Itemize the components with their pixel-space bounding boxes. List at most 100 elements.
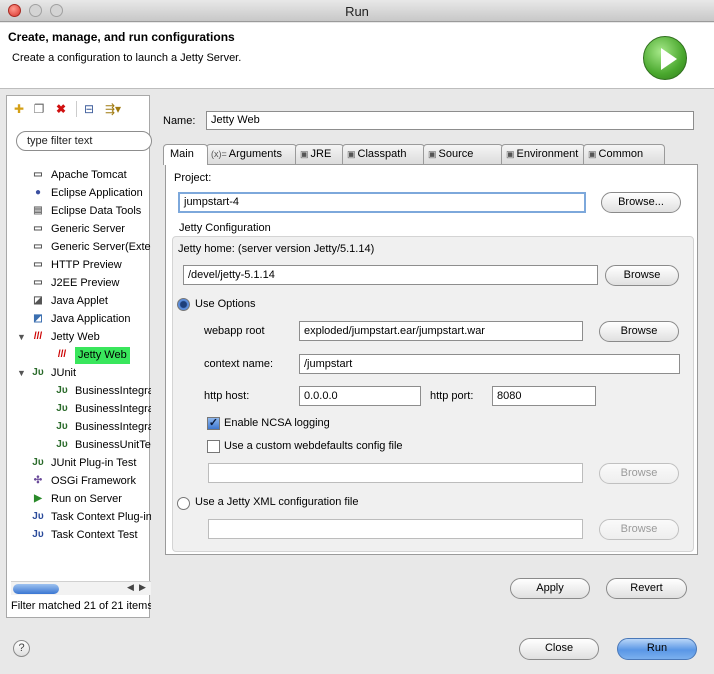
common-icon: ▣ — [588, 149, 597, 159]
tab-label: JRE — [310, 148, 332, 160]
task-context-icon: Jυ — [32, 511, 44, 522]
eclipse-icon: ● — [34, 187, 42, 198]
tree-item[interactable]: Jυ BusinessUnitTest — [55, 437, 151, 454]
expand-triangle-icon[interactable]: ▼ — [17, 329, 26, 346]
tree-item[interactable]: ▭ Generic Server — [31, 221, 151, 238]
jetty-home-input[interactable]: /devel/jetty-5.1.14 — [183, 265, 598, 285]
webdefaults-input[interactable] — [208, 463, 583, 483]
tree-item[interactable]: ● Eclipse Application — [31, 185, 151, 202]
horizontal-scrollbar[interactable]: ◀ ▶ — [11, 581, 151, 595]
collapse-all-icon[interactable]: ⊟ — [82, 102, 96, 116]
window-title: Run — [345, 4, 369, 19]
tree-item[interactable]: ▭ J2EE Preview — [31, 275, 151, 292]
project-input[interactable]: jumpstart-4 — [178, 192, 586, 213]
tab-environment[interactable]: ▣ Environment — [501, 144, 585, 164]
tree-item-label: Java Application — [51, 313, 131, 325]
tab-arguments[interactable]: (x)= Arguments — [206, 144, 297, 164]
jetty-home-label: Jetty home: (server version Jetty/5.1.14… — [178, 243, 375, 255]
tree-item-label: Apache Tomcat — [51, 169, 127, 181]
jetty-xml-radio[interactable] — [177, 497, 190, 510]
context-name-label: context name: — [204, 358, 274, 370]
apply-button[interactable]: Apply — [510, 578, 590, 599]
http-port-input[interactable]: 8080 — [492, 386, 596, 406]
ncsa-logging-checkbox[interactable]: ✓ — [207, 417, 220, 430]
server-icon: ▭ — [33, 259, 43, 270]
jetty-icon: /// — [57, 349, 67, 360]
duplicate-icon[interactable]: ❐ — [32, 102, 46, 116]
tree-item[interactable]: Jυ BusinessIntegrationTest2 — [55, 401, 151, 418]
tree-item[interactable]: ▼ /// Jetty Web — [17, 329, 151, 346]
project-browse-button[interactable]: Browse... — [601, 192, 681, 213]
dialog-title: Create, manage, and run configurations — [8, 30, 235, 44]
tree-item[interactable]: Jυ Task Context Plug-in Test — [31, 509, 151, 526]
new-launch-config-icon[interactable]: ✚ — [12, 102, 26, 116]
webdefaults-browse-button[interactable]: Browse — [599, 463, 679, 484]
tree-item-label: BusinessIntegrationTest2 — [75, 403, 151, 415]
tree-item-label: BusinessIntegrationTest3 — [75, 421, 151, 433]
tree-item[interactable]: ◩ Java Application — [31, 311, 151, 328]
jetty-home-browse-button[interactable]: Browse — [605, 265, 679, 286]
tree-item-label: Eclipse Data Tools — [51, 205, 142, 217]
dialog-subtitle: Create a configuration to launch a Jetty… — [12, 52, 242, 64]
revert-button[interactable]: Revert — [606, 578, 687, 599]
tree-item[interactable]: Jυ JUnit Plug-in Test — [31, 455, 151, 472]
tree-item-label: Run on Server — [51, 493, 122, 505]
webdefaults-checkbox[interactable] — [207, 440, 220, 453]
http-host-input[interactable]: 0.0.0.0 — [299, 386, 421, 406]
junit-plugin-icon: Jυ — [32, 457, 44, 468]
jetty-xml-input[interactable] — [208, 519, 583, 539]
tab-label: Main — [170, 148, 194, 160]
tab-source[interactable]: ▣ Source — [423, 144, 503, 164]
webapp-root-input[interactable]: exploded/jumpstart.ear/jumpstart.war — [299, 321, 583, 341]
tree-item-label: J2EE Preview — [51, 277, 120, 289]
tree-item[interactable]: ◪ Java Applet — [31, 293, 151, 310]
tab-label: Common — [598, 148, 644, 160]
tab-classpath[interactable]: ▣ Classpath — [342, 144, 425, 164]
tree-item-label: Jetty Web — [51, 331, 100, 343]
expand-triangle-icon[interactable]: ▼ — [17, 365, 26, 382]
tree-item-label: Generic Server — [51, 223, 125, 235]
tree-item-label: JUnit — [51, 367, 77, 379]
tree-item[interactable]: Jυ BusinessIntegrationTest3 — [55, 419, 151, 436]
help-icon[interactable]: ? — [13, 640, 30, 657]
tab-main[interactable]: Main — [163, 144, 208, 165]
tree-item[interactable]: ▤ Eclipse Data Tools — [31, 203, 151, 220]
http-host-label: http host: — [204, 390, 250, 402]
scrollbar-thumb[interactable] — [13, 584, 59, 594]
name-input[interactable]: Jetty Web — [206, 111, 694, 130]
tree-item-label: Jetty Web — [75, 347, 130, 364]
tree-item-label: BusinessIntegrationTest — [75, 385, 151, 397]
filter-input[interactable]: type filter text — [16, 131, 152, 151]
junit-icon: Jυ — [56, 385, 68, 396]
scroll-right-icon[interactable]: ▶ — [139, 582, 146, 593]
tree-item[interactable]: ▭ Apache Tomcat — [31, 167, 151, 184]
server-icon: ▭ — [33, 277, 43, 288]
tree-item[interactable]: /// Jetty Web — [55, 347, 151, 364]
tree-item[interactable]: ▭ Generic Server(External Launch) — [31, 239, 151, 256]
scroll-left-icon[interactable]: ◀ — [127, 582, 134, 593]
tree-item[interactable]: ▶ Run on Server — [31, 491, 151, 508]
name-label: Name: — [163, 115, 196, 127]
classpath-icon: ▣ — [347, 149, 356, 159]
tab-jre[interactable]: ▣ JRE — [295, 144, 344, 164]
junit-icon: Jυ — [56, 403, 68, 414]
filter-icon[interactable]: ⇶▾ — [102, 102, 124, 116]
title-bar: Run — [0, 0, 714, 22]
use-options-radio[interactable] — [177, 298, 190, 311]
delete-icon[interactable]: ✖ — [54, 102, 68, 116]
junit-icon: Jυ — [56, 439, 68, 450]
run-banner-icon — [643, 36, 687, 80]
close-button[interactable]: Close — [519, 638, 599, 660]
tree-item[interactable]: Jυ BusinessIntegrationTest — [55, 383, 151, 400]
tree-item[interactable]: Jυ Task Context Test — [31, 527, 151, 544]
webapp-root-browse-button[interactable]: Browse — [599, 321, 679, 342]
jre-icon: ▣ — [300, 149, 309, 159]
tree-item[interactable]: ✣ OSGi Framework — [31, 473, 151, 490]
jetty-xml-browse-button[interactable]: Browse — [599, 519, 679, 540]
context-name-input[interactable]: /jumpstart — [299, 354, 680, 374]
tree-item[interactable]: ▭ HTTP Preview — [31, 257, 151, 274]
tab-common[interactable]: ▣ Common — [583, 144, 665, 164]
tab-label: Environment — [516, 148, 579, 160]
tree-item[interactable]: ▼ Jυ JUnit — [17, 365, 151, 382]
run-button[interactable]: Run — [617, 638, 697, 660]
